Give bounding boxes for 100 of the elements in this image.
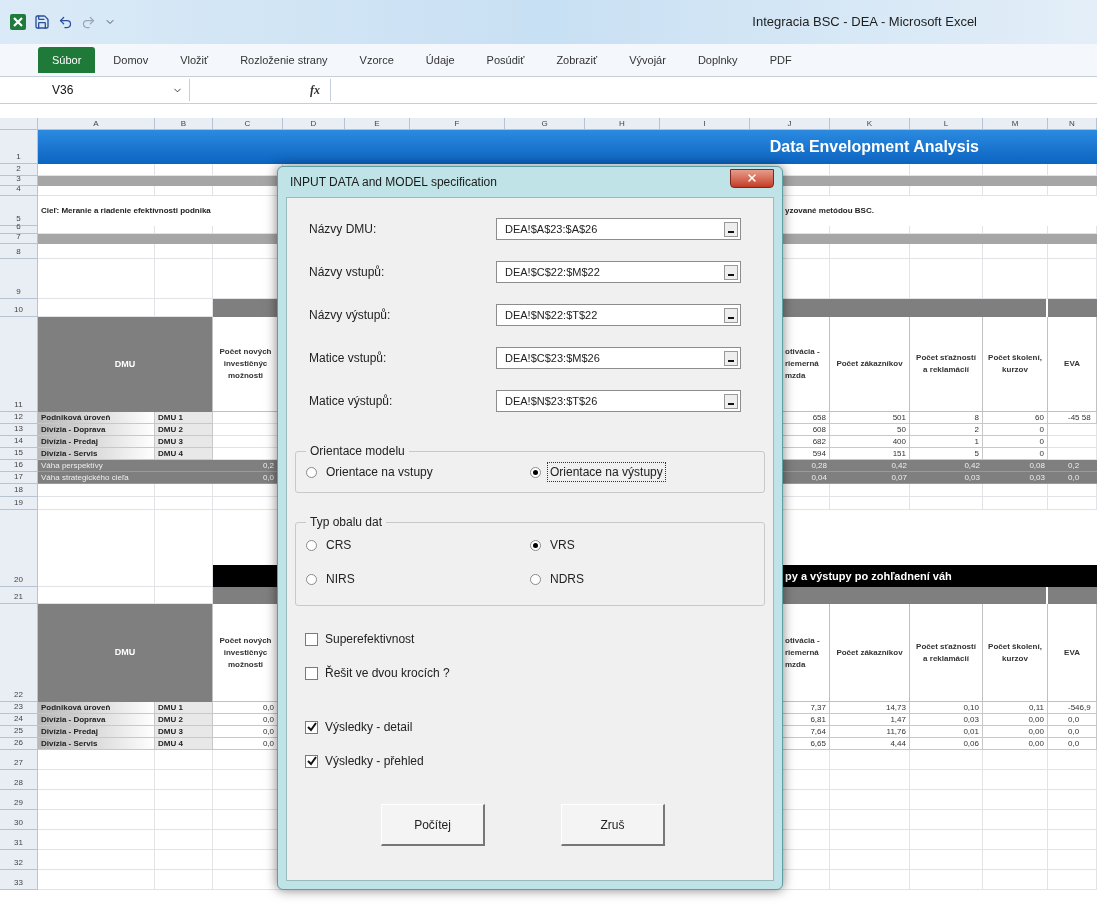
radio-button[interactable] xyxy=(530,539,541,551)
radio-button[interactable] xyxy=(306,573,317,585)
row-header[interactable]: 31 xyxy=(0,830,38,850)
row-header[interactable]: 22 xyxy=(0,604,38,702)
checkbox[interactable] xyxy=(305,754,318,768)
sheet-cell[interactable] xyxy=(155,810,213,830)
row-header[interactable]: 16 xyxy=(0,460,38,472)
sheet-cell[interactable] xyxy=(910,830,983,850)
row-header[interactable]: 1 xyxy=(0,130,38,164)
range-field[interactable]: DEA!$A$23:$A$26 xyxy=(496,218,741,240)
undo-icon[interactable] xyxy=(58,14,73,30)
spreadsheet-logo-icon[interactable] xyxy=(10,14,26,30)
sheet-cell[interactable] xyxy=(155,870,213,890)
radio-label[interactable]: NDRS xyxy=(547,569,587,589)
sheet-cell[interactable] xyxy=(830,870,910,890)
row-header[interactable]: 9 xyxy=(0,259,38,299)
sheet-cell[interactable] xyxy=(38,510,155,587)
row-header[interactable]: 23 xyxy=(0,702,38,714)
row-header[interactable]: 24 xyxy=(0,714,38,726)
collapse-button[interactable] xyxy=(724,350,738,366)
sheet-cell[interactable] xyxy=(910,850,983,870)
checkbox-label[interactable]: Výsledky - detail xyxy=(325,718,413,736)
checkbox[interactable] xyxy=(305,720,318,734)
row-header[interactable]: 12 xyxy=(0,412,38,424)
row-header[interactable]: 6 xyxy=(0,226,38,234)
radio-button[interactable] xyxy=(306,539,317,551)
row-header[interactable]: 32 xyxy=(0,850,38,870)
save-icon[interactable] xyxy=(34,14,50,30)
sheet-cell[interactable] xyxy=(38,259,155,299)
sheet-cell[interactable] xyxy=(155,790,213,810)
sheet-cell[interactable] xyxy=(155,497,213,510)
sheet-cell[interactable] xyxy=(910,790,983,810)
sheet-cell[interactable] xyxy=(983,870,1048,890)
radio-label[interactable]: VRS xyxy=(547,535,578,555)
sheet-cell[interactable] xyxy=(38,830,155,850)
sheet-cell[interactable] xyxy=(910,810,983,830)
row-header[interactable]: 21 xyxy=(0,587,38,604)
radio-button[interactable] xyxy=(530,466,541,478)
row-header[interactable]: 25 xyxy=(0,726,38,738)
sheet-cell[interactable] xyxy=(983,790,1048,810)
sheet-cell[interactable] xyxy=(830,497,910,510)
sheet-cell[interactable] xyxy=(38,870,155,890)
ribbon-tab[interactable]: Súbor xyxy=(38,47,96,73)
sheet-cell[interactable] xyxy=(38,790,155,810)
ribbon-tab[interactable]: Vývojár xyxy=(615,47,680,73)
row-header[interactable]: 7 xyxy=(0,234,38,244)
sheet-cell[interactable] xyxy=(38,497,155,510)
checkbox-label[interactable]: Řešit ve dvou krocích ? xyxy=(325,664,450,682)
radio-label[interactable]: CRS xyxy=(323,535,355,555)
ribbon-tab[interactable]: Rozloženie strany xyxy=(226,47,342,73)
sheet-cell[interactable] xyxy=(155,770,213,790)
sheet-cell[interactable] xyxy=(38,810,155,830)
row-header[interactable]: 3 xyxy=(0,176,38,186)
ribbon-tab[interactable]: PDF xyxy=(755,47,806,73)
dialog-button[interactable]: Počítej xyxy=(381,804,485,846)
sheet-cell[interactable] xyxy=(155,259,213,299)
ribbon-tab[interactable]: Vzorce xyxy=(345,47,408,73)
radio-label[interactable]: Orientace na výstupy xyxy=(547,462,666,482)
sheet-cell[interactable] xyxy=(830,850,910,870)
row-header[interactable]: 27 xyxy=(0,750,38,770)
sheet-cell[interactable] xyxy=(983,497,1048,510)
sheet-cell[interactable] xyxy=(38,770,155,790)
sheet-cell[interactable] xyxy=(1048,810,1097,830)
sheet-cell[interactable] xyxy=(1048,770,1097,790)
range-field[interactable]: DEA!$C$22:$M$22 xyxy=(496,261,741,283)
sheet-cell[interactable] xyxy=(983,830,1048,850)
row-header[interactable]: 26 xyxy=(0,738,38,750)
sheet-cell[interactable] xyxy=(1048,850,1097,870)
checkbox-label[interactable]: Výsledky - přehled xyxy=(325,752,424,770)
sheet-cell[interactable] xyxy=(983,850,1048,870)
sheet-cell[interactable] xyxy=(830,770,910,790)
row-header[interactable]: 11 xyxy=(0,317,38,412)
row-header[interactable]: 33 xyxy=(0,870,38,890)
ribbon-tab[interactable]: Vložiť xyxy=(166,47,223,73)
collapse-button[interactable] xyxy=(724,264,738,280)
sheet-cell[interactable] xyxy=(1048,790,1097,810)
row-header[interactable]: 10 xyxy=(0,299,38,317)
close-button[interactable] xyxy=(730,168,774,188)
row-header[interactable]: 13 xyxy=(0,424,38,436)
ribbon-tab[interactable]: Doplnky xyxy=(683,47,752,73)
ribbon-tab[interactable]: Domov xyxy=(99,47,163,73)
checkbox[interactable] xyxy=(305,632,318,646)
radio-button[interactable] xyxy=(306,466,317,478)
sheet-cell[interactable] xyxy=(910,497,983,510)
ribbon-tab[interactable]: Posúdiť xyxy=(472,47,539,73)
collapse-button[interactable] xyxy=(724,393,738,409)
row-header[interactable]: 29 xyxy=(0,790,38,810)
row-header[interactable]: 15 xyxy=(0,448,38,460)
sheet-cell[interactable] xyxy=(1048,497,1097,510)
function-label[interactable]: fx xyxy=(310,81,320,99)
radio-label[interactable]: Orientace na vstupy xyxy=(323,462,436,482)
radio-button[interactable] xyxy=(530,573,541,585)
sheet-cell[interactable] xyxy=(1048,830,1097,850)
row-header[interactable]: 20 xyxy=(0,510,38,587)
row-header[interactable]: 17 xyxy=(0,472,38,484)
collapse-button[interactable] xyxy=(724,221,738,237)
range-field[interactable]: DEA!$N$23:$T$26 xyxy=(496,390,741,412)
range-field[interactable]: DEA!$C$23:$M$26 xyxy=(496,347,741,369)
range-field[interactable]: DEA!$N$22:$T$22 xyxy=(496,304,741,326)
row-header[interactable]: 2 xyxy=(0,164,38,176)
